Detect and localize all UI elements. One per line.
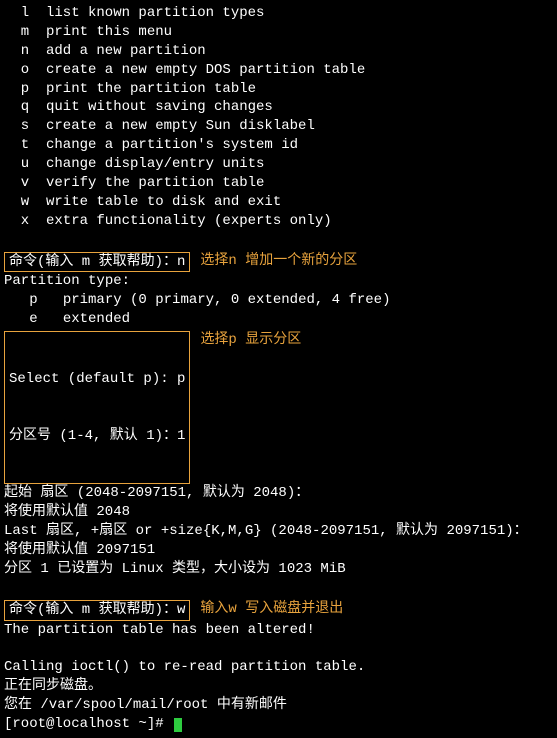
menu-item: ocreate a new empty DOS partition table <box>4 61 553 80</box>
menu-item: vverify the partition table <box>4 174 553 193</box>
annotation-text: 选择p 显示分区 <box>200 331 301 350</box>
shell-prompt: [root@localhost ~]# <box>4 716 172 732</box>
cursor-icon <box>174 718 182 732</box>
menu-item: wwrite table to disk and exit <box>4 193 553 212</box>
annotation-text: 选择n 增加一个新的分区 <box>200 252 357 271</box>
command-box: Select (default p): p 分区号 (1-4, 默认 1)：1 <box>4 331 190 484</box>
annotation-text: 输入w 写入磁盘并退出 <box>200 600 343 619</box>
command-box: 命令(输入 m 获取帮助)：w <box>4 600 190 621</box>
annotation-step-2: Select (default p): p 分区号 (1-4, 默认 1)：1 … <box>4 331 553 484</box>
menu-item: qquit without saving changes <box>4 98 553 117</box>
menu-item: mprint this menu <box>4 23 553 42</box>
annotation-step-3: 命令(输入 m 获取帮助)：w 输入w 写入磁盘并退出 <box>4 600 553 621</box>
menu-item: uchange display/entry units <box>4 155 553 174</box>
menu-item: nadd a new partition <box>4 42 553 61</box>
command-box: 命令(输入 m 获取帮助)：n <box>4 252 190 273</box>
menu-item: pprint the partition table <box>4 80 553 99</box>
fdisk-menu: llist known partition types mprint this … <box>4 4 553 231</box>
annotation-step-1: 命令(输入 m 获取帮助)：n 选择n 增加一个新的分区 <box>4 252 553 273</box>
output-block-1: Partition type: p primary (0 primary, 0 … <box>4 272 553 329</box>
output-block-3: The partition table has been altered! Ca… <box>4 621 553 715</box>
output-block-2: 起始 扇区 (2048-2097151, 默认为 2048)： 将使用默认值 2… <box>4 484 553 597</box>
menu-item: screate a new empty Sun disklabel <box>4 117 553 136</box>
menu-item: llist known partition types <box>4 4 553 23</box>
menu-item: xextra functionality (experts only) <box>4 212 553 231</box>
menu-item: tchange a partition's system id <box>4 136 553 155</box>
shell-prompt-line[interactable]: [root@localhost ~]# <box>4 715 553 734</box>
